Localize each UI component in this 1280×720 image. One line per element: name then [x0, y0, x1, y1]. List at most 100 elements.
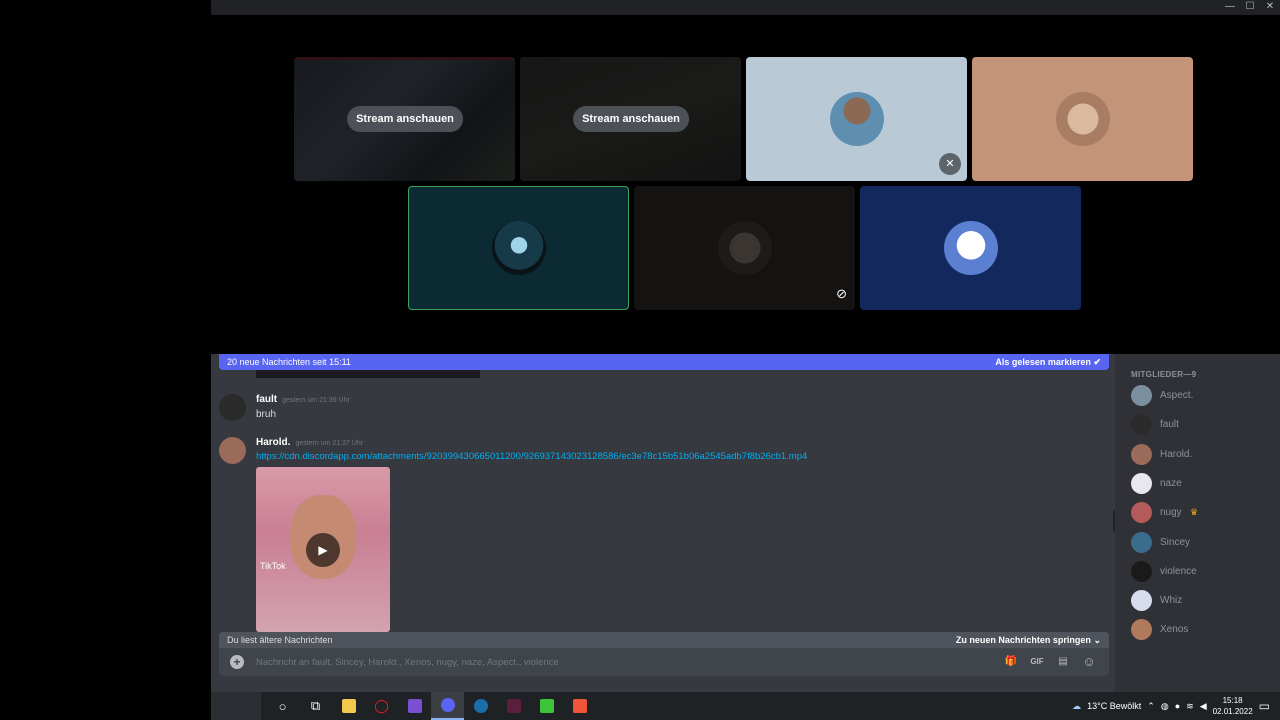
avatar[interactable] [1131, 560, 1152, 582]
search-icon[interactable]: ○ [266, 692, 299, 720]
avatar[interactable] [1131, 414, 1152, 436]
member-name[interactable]: Xenos [1160, 624, 1188, 635]
participant-tile-1[interactable]: ✕ [746, 57, 967, 181]
chat-area: 20 neue Nachrichten seit 15:11 Als geles… [211, 354, 1115, 692]
network-icon[interactable]: ◍ [1161, 701, 1169, 712]
notification-icon[interactable]: ▭ [1259, 699, 1270, 713]
system-tray: ☁ 13°C Bewölkt ⌃ ◍ ● ≋ ◀ 15:18 02.01.202… [1072, 692, 1270, 720]
attachment-link[interactable]: https://cdn.discordapp.com/attachments/9… [256, 451, 807, 462]
file-explorer-icon[interactable] [332, 692, 365, 720]
clock-date: 02.01.2022 [1212, 707, 1253, 716]
member-name[interactable]: violence [1160, 566, 1197, 577]
chevron-down-icon: ⌄ [1093, 634, 1101, 645]
green-app-icon[interactable] [530, 692, 563, 720]
composer-tools: 🎁 GIF ▤ ☺ [1001, 654, 1099, 670]
play-icon[interactable]: ▶ [306, 532, 340, 567]
avatar[interactable] [1131, 502, 1152, 524]
member-name[interactable]: Aspect. [1160, 390, 1193, 401]
watch-stream-button-1[interactable]: Stream anschauen [347, 106, 463, 132]
member-harold[interactable]: Harold. [1131, 443, 1276, 466]
vegas-editor-icon[interactable] [497, 692, 530, 720]
cloud-icon[interactable]: ☁ [1072, 701, 1081, 712]
member-list: MITGLIEDER—9 Aspect. fault Harold. naze nugy… [1115, 354, 1280, 692]
microphone-icon[interactable]: ● [1175, 701, 1180, 711]
new-messages-text: 20 neue Nachrichten seit 15:11 [227, 357, 351, 367]
member-name[interactable]: Harold. [1160, 449, 1192, 460]
avatar[interactable] [1131, 590, 1152, 612]
author-name[interactable]: Harold. [256, 437, 290, 448]
message-input[interactable] [256, 656, 1001, 668]
avatar[interactable] [219, 437, 246, 464]
older-messages-text: Du liest ältere Nachrichten [227, 635, 333, 645]
participant-avatar [829, 92, 884, 146]
avatar[interactable] [1131, 531, 1152, 553]
member-name[interactable]: fault [1160, 419, 1179, 430]
author-name[interactable]: fault [256, 394, 277, 405]
jump-label: Zu neuen Nachrichten springen [955, 634, 1091, 645]
discord-icon[interactable] [431, 692, 464, 720]
new-messages-banner[interactable]: 20 neue Nachrichten seit 15:11 Als geles… [219, 354, 1109, 370]
avatar[interactable] [1131, 619, 1152, 641]
avatar[interactable] [1131, 443, 1152, 465]
member-sincey[interactable]: Sincey [1131, 531, 1276, 554]
minimize-button[interactable]: — [1220, 0, 1240, 15]
message-timestamp: gestern um 21:36 Uhr [282, 397, 350, 404]
steam-icon[interactable] [464, 692, 497, 720]
member-nugy[interactable]: nugy ♛ [1131, 502, 1276, 524]
member-violence[interactable]: violence [1131, 560, 1276, 583]
wifi-icon[interactable]: ≋ [1186, 701, 1194, 712]
weather-text[interactable]: 13°C Bewölkt [1087, 701, 1141, 711]
member-name[interactable]: naze [1160, 478, 1182, 489]
message-text: bruh [256, 409, 277, 420]
gif-button[interactable]: GIF [1027, 654, 1047, 670]
mark-as-read-label: Als gelesen markieren [995, 356, 1091, 367]
member-aspect[interactable]: Aspect. [1131, 385, 1276, 407]
clock[interactable]: 15:18 02.01.2022 [1213, 695, 1253, 717]
participant-tile-2[interactable] [972, 57, 1193, 181]
older-messages-bar[interactable]: Du liest ältere Nachrichten Zu neuen Nac… [219, 632, 1109, 648]
chevron-up-icon[interactable]: ⌃ [1147, 701, 1155, 712]
upload-plus-icon[interactable]: + [230, 655, 244, 669]
jump-to-new-button[interactable]: Zu neuen Nachrichten springen ⌄ [956, 635, 1101, 646]
watch-stream-button-2[interactable]: Stream anschauen [573, 106, 689, 132]
opera-browser-icon[interactable]: ◯ [365, 692, 398, 720]
previous-image-attachment[interactable] [256, 370, 480, 378]
participant-avatar [491, 221, 546, 275]
emoji-icon[interactable]: ☺ [1079, 654, 1099, 670]
avatar[interactable] [1131, 385, 1152, 406]
taskbar-left-area[interactable] [211, 692, 261, 720]
avatar[interactable] [1131, 472, 1152, 494]
message-timestamp: gestern um 21:37 Uhr [295, 440, 364, 447]
participant-tile-5[interactable] [860, 186, 1081, 310]
crown-icon: ♛ [1190, 507, 1199, 518]
message-author[interactable]: fault gestern um 21:36 Uhr [256, 394, 350, 405]
task-view-icon[interactable]: ⧉ [299, 692, 332, 720]
gift-icon[interactable]: 🎁 [1001, 654, 1021, 670]
taskbar: ○ ⧉ ◯ ☁ 13°C Bewölkt ⌃ ◍ ● ≋ ◀ 15:18 02.… [211, 692, 1280, 720]
member-list-header: MITGLIEDER—9 [1131, 370, 1197, 379]
close-button[interactable]: ✕ [1260, 0, 1280, 15]
clock-time: 15:18 [1222, 696, 1243, 705]
maximize-button[interactable]: ☐ [1240, 0, 1260, 15]
video-attachment[interactable]: TikTok ▶ [256, 467, 390, 632]
volume-icon[interactable]: ◀ [1200, 701, 1207, 712]
member-naze[interactable]: naze [1131, 472, 1276, 495]
window-controls: — ☐ ✕ [1220, 0, 1280, 15]
visual-studio-icon[interactable] [398, 692, 431, 720]
member-xenos[interactable]: Xenos [1131, 619, 1276, 641]
member-name[interactable]: Whiz [1160, 595, 1182, 606]
member-whiz[interactable]: Whiz [1131, 590, 1276, 612]
participant-tile-4[interactable]: ⊘ [634, 186, 855, 310]
red-app-icon[interactable] [563, 692, 596, 720]
taskbar-apps: ○ ⧉ ◯ [266, 692, 596, 720]
participant-tile-3[interactable] [408, 186, 629, 310]
message-author[interactable]: Harold. gestern um 21:37 Uhr [256, 437, 363, 448]
avatar[interactable] [219, 394, 246, 421]
member-name[interactable]: nugy [1160, 507, 1182, 518]
mark-as-read-button[interactable]: Als gelesen markieren ✔ [995, 357, 1101, 368]
muted-icon: ✕ [939, 153, 961, 175]
member-name[interactable]: Sincey [1160, 537, 1190, 548]
sticker-icon[interactable]: ▤ [1053, 654, 1073, 670]
message-composer: + 🎁 GIF ▤ ☺ [219, 648, 1109, 676]
member-fault[interactable]: fault [1131, 414, 1276, 436]
